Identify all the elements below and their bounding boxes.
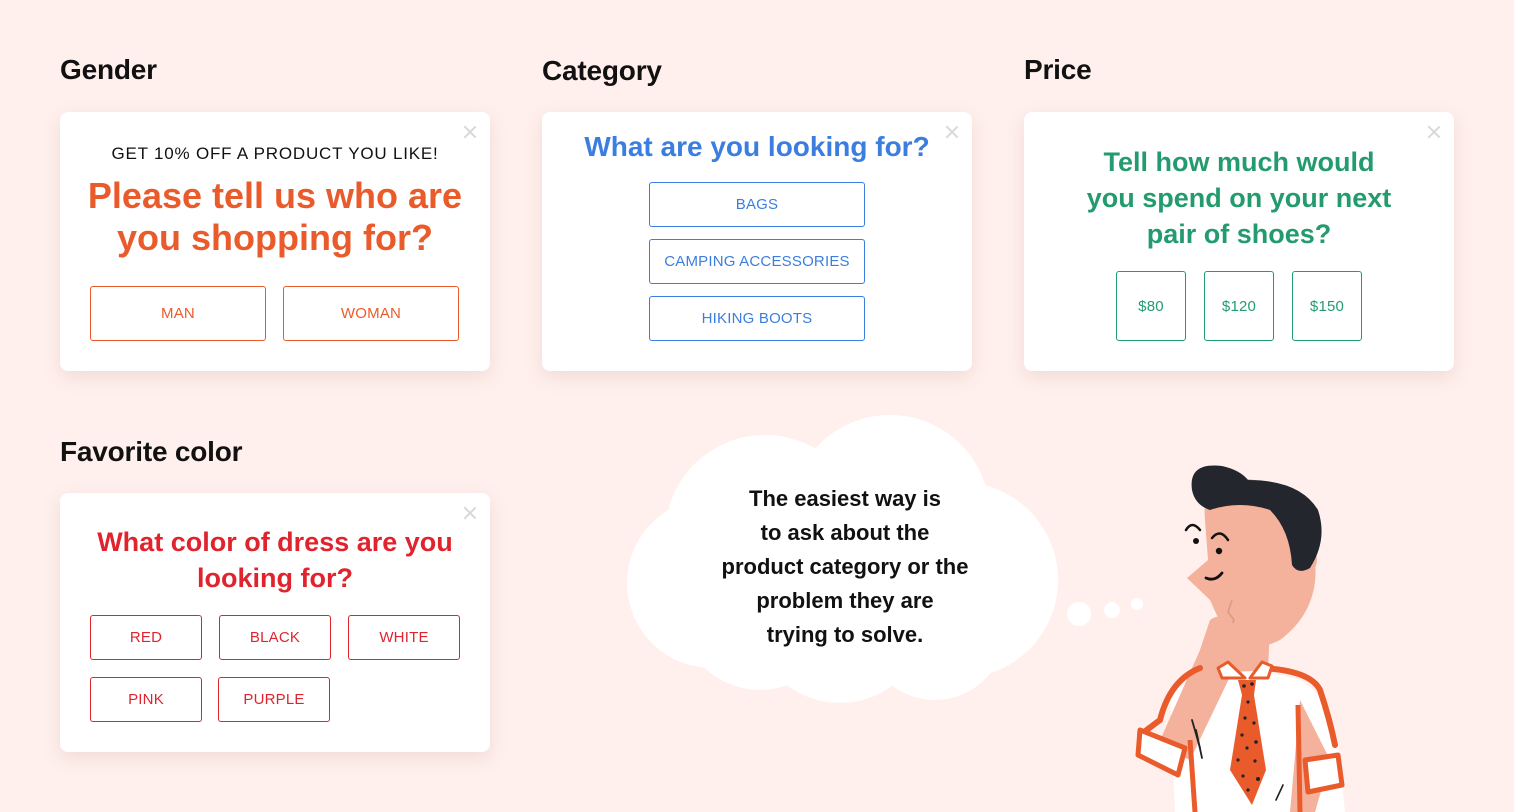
thinking-man-illustration [1135, 465, 1345, 812]
